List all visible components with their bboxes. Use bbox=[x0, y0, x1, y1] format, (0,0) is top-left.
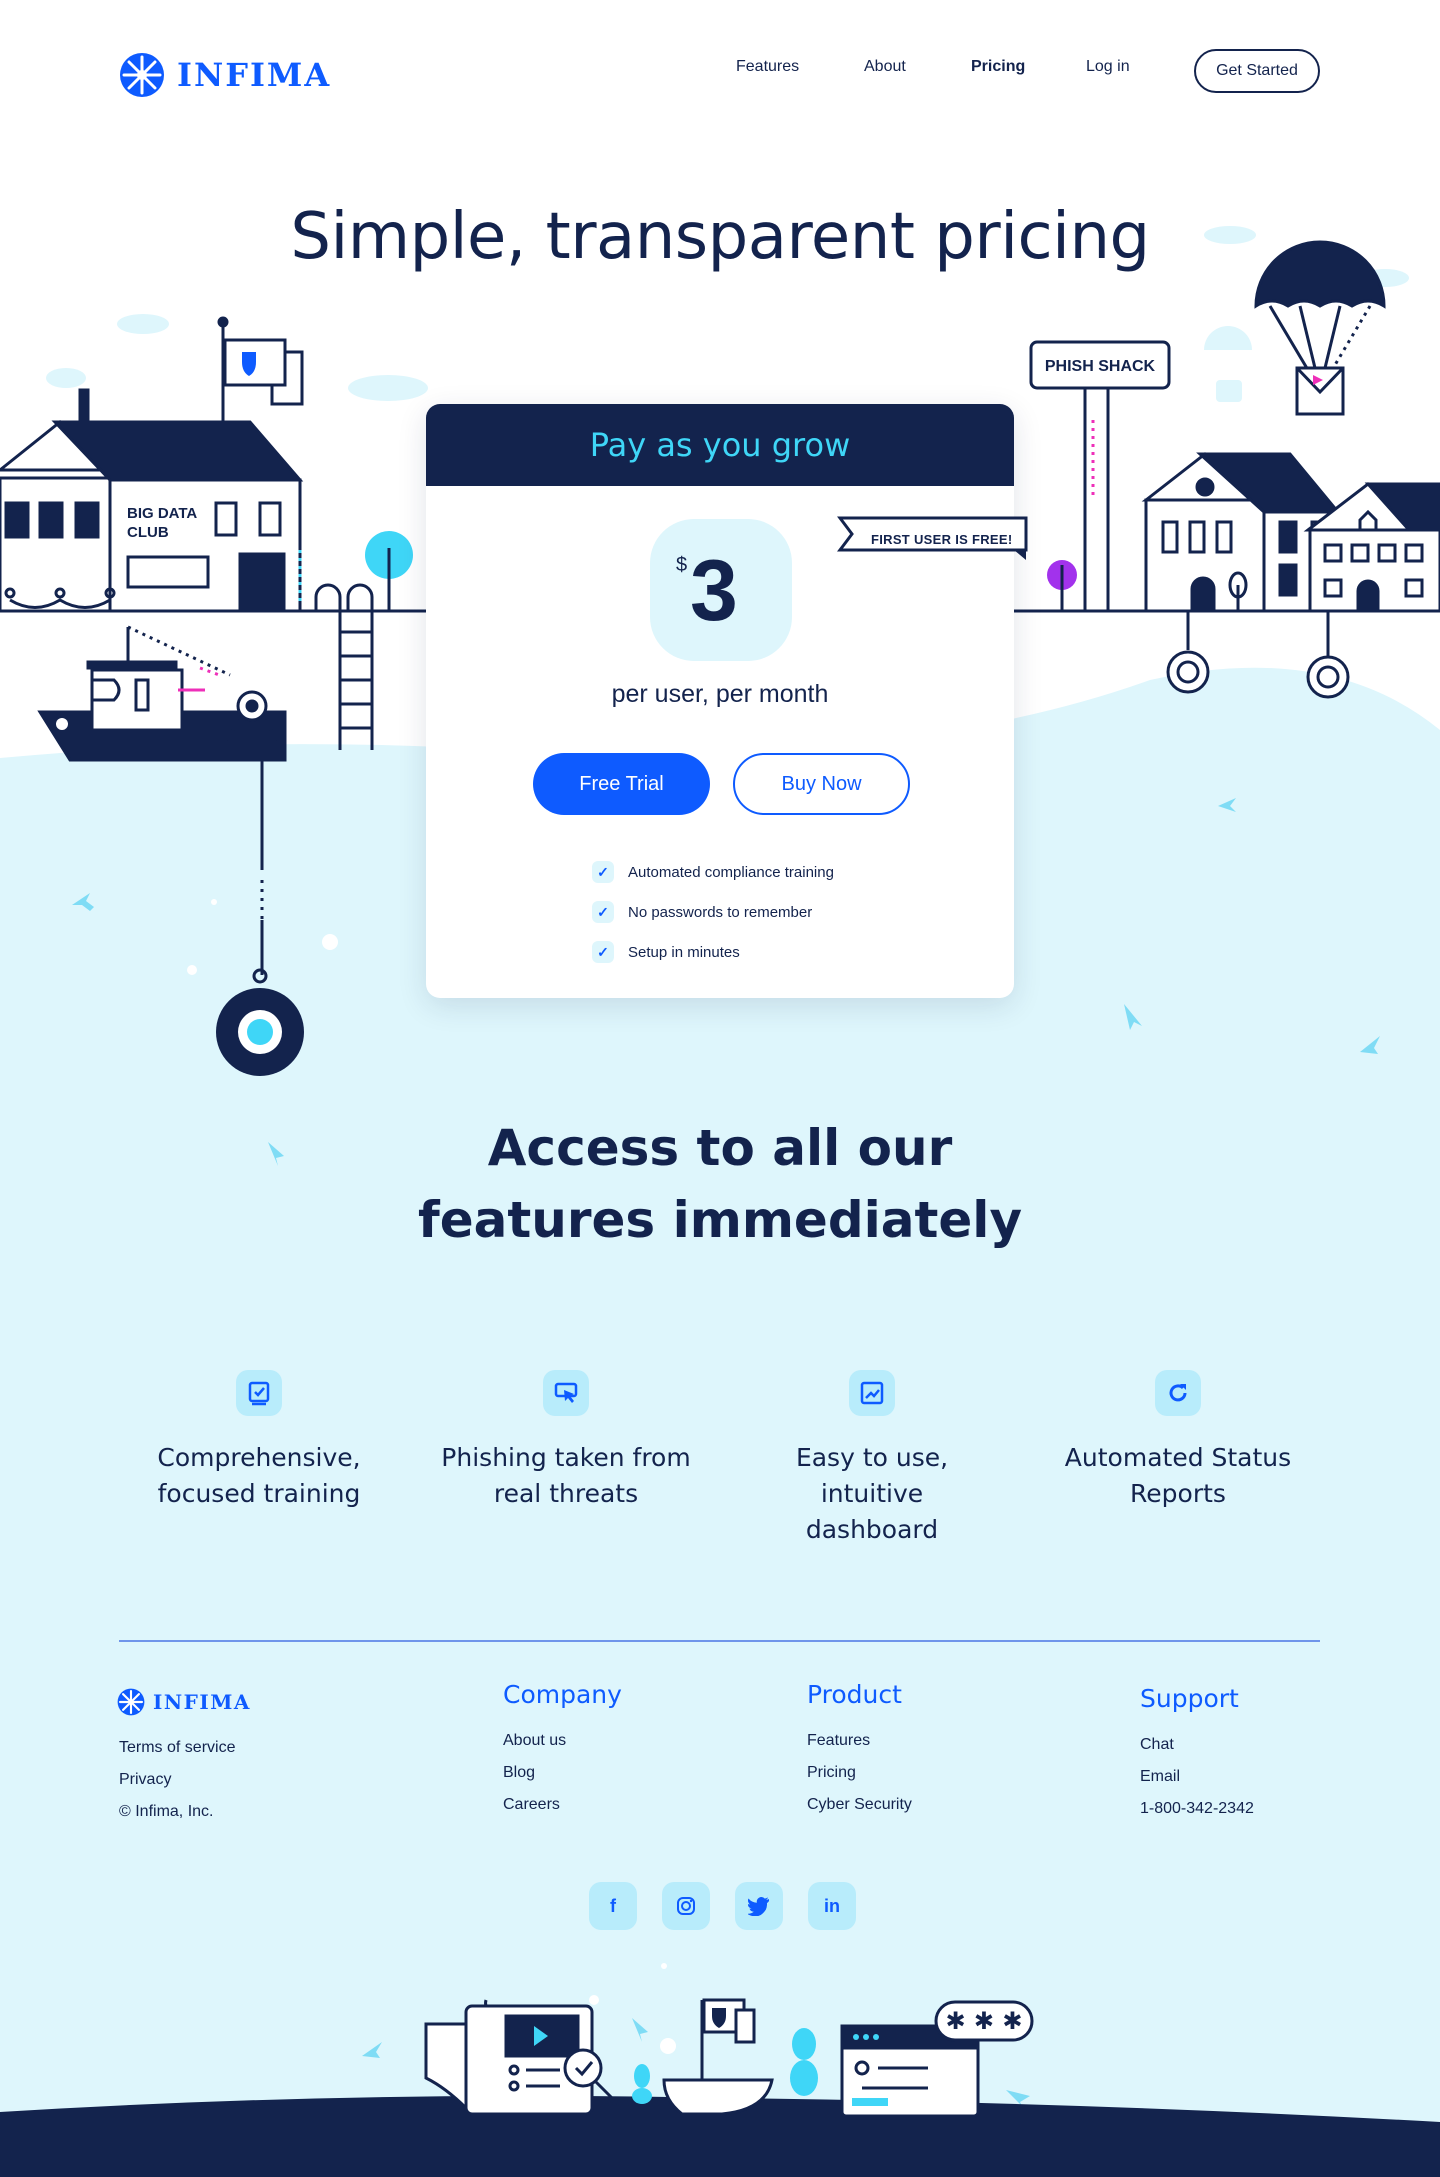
footer-link[interactable]: Features bbox=[807, 1725, 912, 1757]
price-amount: 3 bbox=[690, 543, 738, 639]
footer-col-product: Product Features Pricing Cyber Security bbox=[807, 1680, 912, 1821]
pricing-card-header: Pay as you grow bbox=[426, 404, 1014, 486]
free-trial-button[interactable]: Free Trial bbox=[533, 753, 710, 815]
instagram-icon[interactable] bbox=[662, 1882, 710, 1930]
access-heading-line2: features immediately bbox=[417, 1191, 1023, 1249]
twitter-icon[interactable] bbox=[735, 1882, 783, 1930]
footer-link[interactable]: Email bbox=[1140, 1761, 1254, 1793]
nav-link-pricing[interactable]: Pricing bbox=[971, 58, 1025, 76]
linkedin-icon[interactable]: in bbox=[808, 1882, 856, 1930]
get-started-button[interactable]: Get Started bbox=[1194, 49, 1320, 93]
footer-wordmark: INFIMA bbox=[153, 1690, 251, 1714]
footer-link[interactable]: Blog bbox=[503, 1757, 622, 1789]
footer-col-company: Company About us Blog Careers bbox=[503, 1680, 622, 1821]
price-currency: $ bbox=[676, 554, 688, 576]
nav-link-about[interactable]: About bbox=[864, 58, 906, 76]
footer-col-title: Company bbox=[503, 1680, 622, 1709]
small-parachute bbox=[1204, 326, 1252, 402]
footer-link[interactable]: Cyber Security bbox=[807, 1789, 912, 1821]
plan-feature-item: ✓ Setup in minutes bbox=[592, 932, 834, 972]
checkmark-icon: ✓ bbox=[592, 861, 614, 883]
feature-text: Automated Status Reports bbox=[1064, 1443, 1292, 1508]
footer-copyright: © Infima, Inc. bbox=[119, 1803, 214, 1820]
training-icon bbox=[236, 1370, 282, 1416]
club-sign-line1: BIG DATA bbox=[127, 505, 197, 522]
footer-link-terms[interactable]: Terms of service bbox=[119, 1732, 235, 1764]
top-nav: INFIMA Features About Pricing Log in Get… bbox=[0, 0, 1440, 140]
dashboard-icon bbox=[849, 1370, 895, 1416]
phishing-icon bbox=[543, 1370, 589, 1416]
tree-purple bbox=[1047, 560, 1077, 611]
facebook-icon[interactable]: f bbox=[589, 1882, 637, 1930]
footer-link[interactable]: Chat bbox=[1140, 1729, 1254, 1761]
footer-link[interactable]: About us bbox=[503, 1725, 622, 1757]
nav-link-features[interactable]: Features bbox=[736, 58, 799, 76]
access-heading-line1: Access to all our bbox=[487, 1119, 953, 1177]
nav-link-login[interactable]: Log in bbox=[1086, 58, 1130, 76]
page-title: Simple, transparent pricing bbox=[290, 200, 1150, 274]
footer-col-title: Support bbox=[1140, 1684, 1239, 1713]
shack-sign-text: PHISH SHACK bbox=[1045, 358, 1156, 375]
footer-logo[interactable]: INFIMA bbox=[117, 1688, 251, 1716]
hero-illustration: BIG DATA CLUB PHISH SHACK ✱ ✱ ✱ bbox=[0, 226, 1440, 2177]
pricing-card: Pay as you grow $ 3 FIRST USER IS FREE! … bbox=[426, 404, 1028, 998]
feature-text: Easy to use, intuitive dashboard bbox=[795, 1443, 949, 1544]
feature-phishing: Phishing taken from real threats bbox=[436, 1370, 696, 1512]
flag-pole bbox=[217, 316, 304, 422]
checkmark-icon: ✓ bbox=[592, 901, 614, 923]
snowflake-logo-icon bbox=[117, 1688, 145, 1716]
feature-text: Phishing taken from real threats bbox=[441, 1443, 691, 1508]
password-glyph: ✱ ✱ ✱ bbox=[945, 2007, 1022, 2035]
price-unit: per user, per month bbox=[611, 680, 829, 708]
feature-dashboard: Easy to use, intuitive dashboard bbox=[742, 1370, 1002, 1548]
footer-legal: Terms of service Privacy © Infima, Inc. bbox=[119, 1732, 235, 1828]
plan-features: ✓ Automated compliance training ✓ No pas… bbox=[592, 852, 834, 972]
feature-training: Comprehensive, focused training bbox=[129, 1370, 389, 1512]
footer-link[interactable]: Careers bbox=[503, 1789, 622, 1821]
footer-col-title: Product bbox=[807, 1680, 902, 1709]
buy-now-button[interactable]: Buy Now bbox=[733, 753, 910, 815]
footer-divider bbox=[119, 1640, 1320, 1642]
plan-feature-text: No passwords to remember bbox=[628, 903, 813, 921]
footer-link-privacy[interactable]: Privacy bbox=[119, 1764, 235, 1796]
plan-feature-item: ✓ Automated compliance training bbox=[592, 852, 834, 892]
footer-link[interactable]: Pricing bbox=[807, 1757, 912, 1789]
plan-feature-text: Automated compliance training bbox=[628, 863, 834, 881]
plan-feature-text: Setup in minutes bbox=[628, 943, 740, 961]
access-heading: Access to all our features immediately bbox=[0, 1112, 1440, 1256]
club-sign-line2: CLUB bbox=[127, 524, 169, 541]
big-data-club-house bbox=[0, 388, 304, 613]
plan-name: Pay as you grow bbox=[589, 426, 851, 464]
footer-col-support: Support Chat Email 1-800-342-2342 bbox=[1140, 1684, 1254, 1825]
plan-feature-item: ✓ No passwords to remember bbox=[592, 892, 834, 932]
footer-phone[interactable]: 1-800-342-2342 bbox=[1140, 1793, 1254, 1825]
social-links: f in bbox=[589, 1882, 856, 1930]
feature-text: Comprehensive, focused training bbox=[157, 1443, 361, 1508]
town-houses bbox=[1141, 452, 1440, 613]
feature-reports: Automated Status Reports bbox=[1048, 1370, 1308, 1512]
ribbon-text: FIRST USER IS FREE! bbox=[871, 532, 1013, 547]
refresh-icon bbox=[1155, 1370, 1201, 1416]
checkmark-icon: ✓ bbox=[592, 941, 614, 963]
